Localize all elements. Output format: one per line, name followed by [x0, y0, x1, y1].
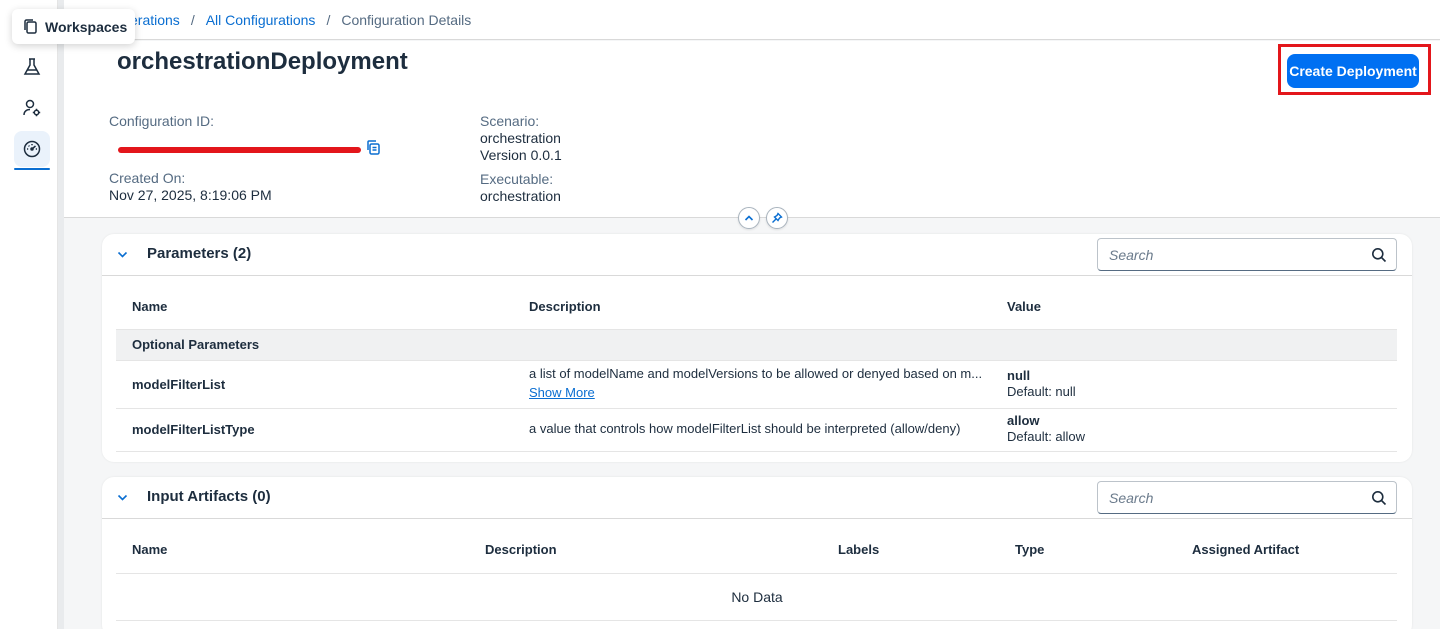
- column-header-description: Description: [529, 299, 601, 314]
- redacted-configuration-id: [118, 147, 361, 153]
- breadcrumb: erations / All Configurations / Configur…: [64, 0, 1440, 40]
- column-header-value: Value: [1007, 299, 1041, 314]
- executable-label: Executable:: [480, 171, 554, 187]
- row-divider: [116, 408, 1397, 409]
- param-name: modelFilterListType: [132, 422, 255, 437]
- parameters-header: Parameters (2) Search: [102, 234, 1412, 276]
- breadcrumb-current: Configuration Details: [341, 11, 472, 28]
- parameters-title: Parameters (2): [147, 245, 252, 262]
- executable-value: orchestration: [480, 188, 561, 204]
- scenario-value: orchestration: [480, 130, 561, 146]
- search-placeholder: Search: [1109, 490, 1154, 506]
- workspaces-label: Workspaces: [45, 18, 128, 35]
- version-value: Version 0.0.1: [480, 147, 562, 163]
- search-icon[interactable]: [1371, 490, 1387, 506]
- search-icon[interactable]: [1371, 247, 1387, 263]
- object-header: orchestrationDeployment Create Deploymen…: [64, 41, 1440, 229]
- artifacts-search-input[interactable]: Search: [1097, 481, 1397, 514]
- configuration-id-label: Configuration ID:: [109, 113, 215, 129]
- row-divider: [116, 620, 1397, 621]
- collapse-header-button[interactable]: [738, 207, 760, 229]
- column-header-type: Type: [1015, 542, 1045, 557]
- workspaces-icon: [24, 19, 37, 34]
- parameters-search-input[interactable]: Search: [1097, 238, 1397, 271]
- input-artifacts-header: Input Artifacts (0) Search: [102, 477, 1412, 519]
- column-header-name: Name: [132, 299, 168, 314]
- breadcrumb-operations[interactable]: erations: [130, 12, 180, 28]
- row-divider: [116, 573, 1397, 574]
- param-default: Default: allow: [1007, 429, 1086, 444]
- parameters-card: Parameters (2) Search Name Description V…: [102, 234, 1412, 462]
- highlight-box: Create Deployment: [1278, 44, 1431, 95]
- chevron-down-icon[interactable]: [116, 248, 129, 261]
- column-header-labels: Labels: [838, 542, 880, 557]
- lab-flask-icon: [23, 58, 41, 75]
- param-description: a value that controls how modelFilterLis…: [529, 421, 961, 436]
- created-on-value: Nov 27, 2025, 8:19:06 PM: [109, 187, 272, 203]
- column-header-assigned-artifact: Assigned Artifact: [1192, 542, 1300, 557]
- chevron-down-icon[interactable]: [116, 491, 129, 504]
- input-artifacts-title: Input Artifacts (0): [147, 488, 271, 505]
- pin-icon: [772, 212, 783, 223]
- scenario-label: Scenario:: [480, 113, 540, 129]
- workspaces-tooltip[interactable]: Workspaces: [12, 9, 136, 44]
- breadcrumb-all-configurations[interactable]: All Configurations: [206, 12, 316, 28]
- pin-header-button[interactable]: [766, 207, 788, 229]
- header-controls: [738, 207, 788, 229]
- row-divider: [116, 451, 1397, 452]
- column-header-description: Description: [485, 542, 557, 557]
- nav-administration[interactable]: [14, 90, 50, 126]
- user-settings-icon: [23, 99, 41, 117]
- param-default: Default: null: [1007, 384, 1076, 399]
- main-content: erations / All Configurations / Configur…: [64, 0, 1440, 629]
- breadcrumb-separator: /: [190, 11, 195, 28]
- param-name: modelFilterList: [132, 377, 226, 392]
- column-header-name: Name: [132, 542, 168, 557]
- show-more-link[interactable]: Show More: [529, 385, 595, 400]
- param-value: allow: [1007, 413, 1040, 428]
- nav-operations[interactable]: [14, 131, 50, 170]
- speedometer-icon: [23, 140, 41, 158]
- create-deployment-button[interactable]: Create Deployment: [1287, 54, 1419, 88]
- group-label: Optional Parameters: [132, 337, 260, 352]
- search-placeholder: Search: [1109, 247, 1154, 263]
- nav-lab[interactable]: [14, 49, 50, 85]
- param-value: null: [1007, 368, 1031, 383]
- group-row-optional-parameters: Optional Parameters: [116, 329, 1397, 361]
- page-title: orchestrationDeployment: [117, 48, 408, 75]
- no-data-text: No Data: [731, 589, 783, 605]
- breadcrumb-separator: /: [326, 11, 331, 28]
- left-navigation: Workspaces: [0, 0, 136, 629]
- param-description: a list of modelName and modelVersions to…: [529, 366, 983, 381]
- created-on-label: Created On:: [109, 170, 186, 186]
- input-artifacts-card: Input Artifacts (0) Search Name Descript…: [102, 477, 1412, 629]
- chevron-up-icon: [744, 215, 754, 221]
- copy-icon[interactable]: [365, 139, 381, 158]
